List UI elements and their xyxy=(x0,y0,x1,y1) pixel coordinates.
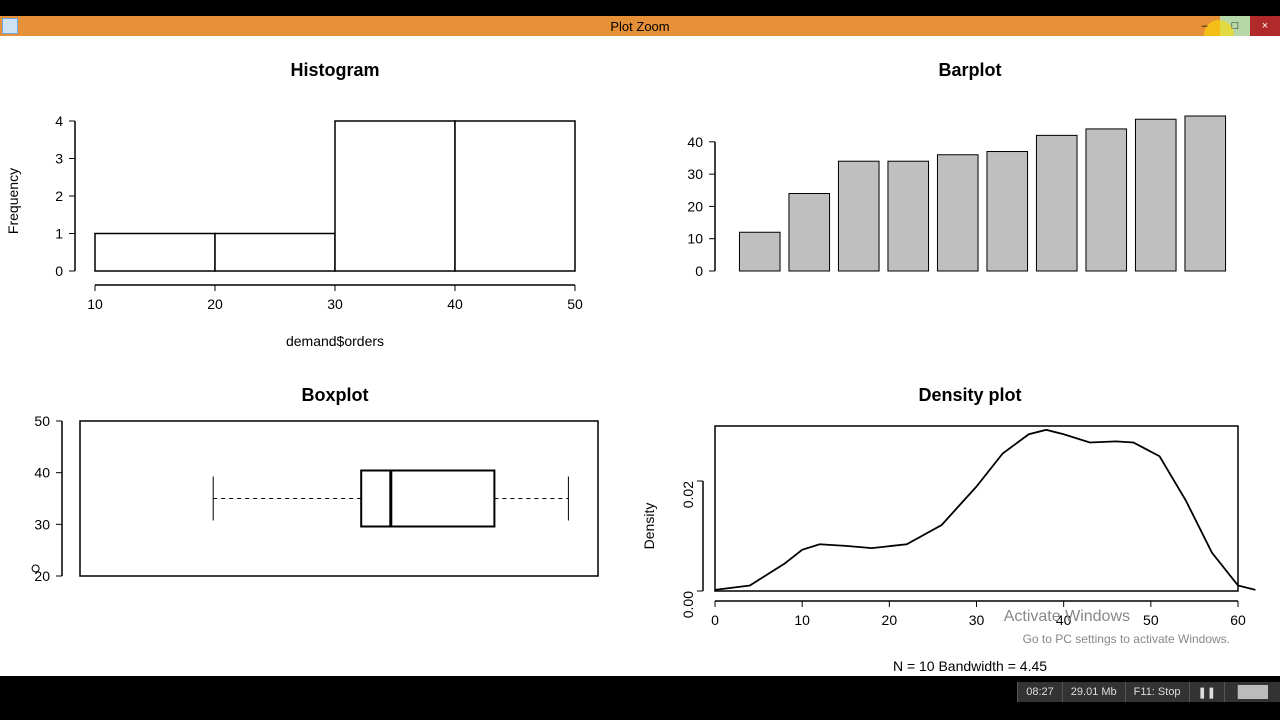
density-panel: Density plot 01020304050600.000.02 N = 1… xyxy=(640,376,1280,676)
svg-text:20: 20 xyxy=(882,612,898,628)
svg-text:30: 30 xyxy=(327,296,343,312)
svg-text:40: 40 xyxy=(687,134,703,150)
letterbox-bottom xyxy=(0,702,1280,720)
svg-text:50: 50 xyxy=(1143,612,1159,628)
barplot-plot: 0 10 20 30 40 xyxy=(687,116,1225,279)
histogram-title: Histogram xyxy=(290,60,379,80)
svg-text:50: 50 xyxy=(567,296,583,312)
letterbox-top xyxy=(0,0,1280,16)
status-bar: 08:27 29.01 Mb F11: Stop ❚❚ xyxy=(1017,682,1280,702)
svg-text:10: 10 xyxy=(687,231,703,247)
svg-text:4: 4 xyxy=(55,113,63,129)
svg-text:40: 40 xyxy=(447,296,463,312)
svg-text:0.02: 0.02 xyxy=(680,481,696,508)
svg-text:30: 30 xyxy=(969,612,985,628)
title-bar[interactable]: Plot Zoom – □ × xyxy=(0,16,1280,36)
status-time: 08:27 xyxy=(1017,682,1062,702)
svg-text:0: 0 xyxy=(55,263,63,279)
density-plot: 01020304050600.000.02 xyxy=(680,426,1255,628)
barplot-panel: Barplot 0 10 20 30 40 xyxy=(640,46,1260,356)
status-pause-icon[interactable]: ❚❚ xyxy=(1189,682,1224,702)
svg-text:20: 20 xyxy=(207,296,223,312)
boxplot-title: Boxplot xyxy=(302,385,369,405)
density-title: Density plot xyxy=(918,385,1021,405)
svg-text:1: 1 xyxy=(55,226,63,242)
svg-text:20: 20 xyxy=(34,568,50,584)
svg-text:10: 10 xyxy=(87,296,103,312)
histogram-xlabel: demand$orders xyxy=(286,333,384,349)
status-stop-icon[interactable] xyxy=(1224,682,1280,702)
watermark-title: Activate Windows xyxy=(1004,608,1130,626)
svg-text:50: 50 xyxy=(34,413,50,429)
svg-text:30: 30 xyxy=(34,516,50,532)
boxplot-plot: 20 30 40 50 xyxy=(32,413,598,584)
boxplot-panel: Boxplot 20 30 40 50 xyxy=(0,376,620,676)
histogram-panel: Histogram 102030405001234 demand$orders … xyxy=(0,46,620,356)
watermark-subtitle: Go to PC settings to activate Windows. xyxy=(1023,632,1230,646)
histogram-ylabel: Frequency xyxy=(5,168,21,234)
app-icon xyxy=(2,18,18,34)
svg-text:20: 20 xyxy=(687,198,703,214)
plot-area: Histogram 102030405001234 demand$orders … xyxy=(0,36,1280,676)
svg-text:0.00: 0.00 xyxy=(680,591,696,618)
svg-text:60: 60 xyxy=(1230,612,1246,628)
status-memory: 29.01 Mb xyxy=(1062,682,1125,702)
svg-text:2: 2 xyxy=(55,188,63,204)
svg-text:0: 0 xyxy=(695,263,703,279)
density-ylabel: Density xyxy=(641,503,657,550)
window-title: Plot Zoom xyxy=(610,19,669,34)
svg-text:30: 30 xyxy=(687,166,703,182)
histogram-plot: 10 20 30 40 50 0 1 2 3 4 xyxy=(55,113,583,312)
barplot-title: Barplot xyxy=(939,60,1002,80)
svg-text:40: 40 xyxy=(34,465,50,481)
status-stop[interactable]: F11: Stop xyxy=(1125,682,1189,702)
svg-text:10: 10 xyxy=(794,612,810,628)
close-button[interactable]: × xyxy=(1250,16,1280,36)
svg-text:3: 3 xyxy=(55,151,63,167)
density-xlabel: N = 10 Bandwidth = 4.45 xyxy=(893,658,1047,674)
svg-text:0: 0 xyxy=(711,612,719,628)
